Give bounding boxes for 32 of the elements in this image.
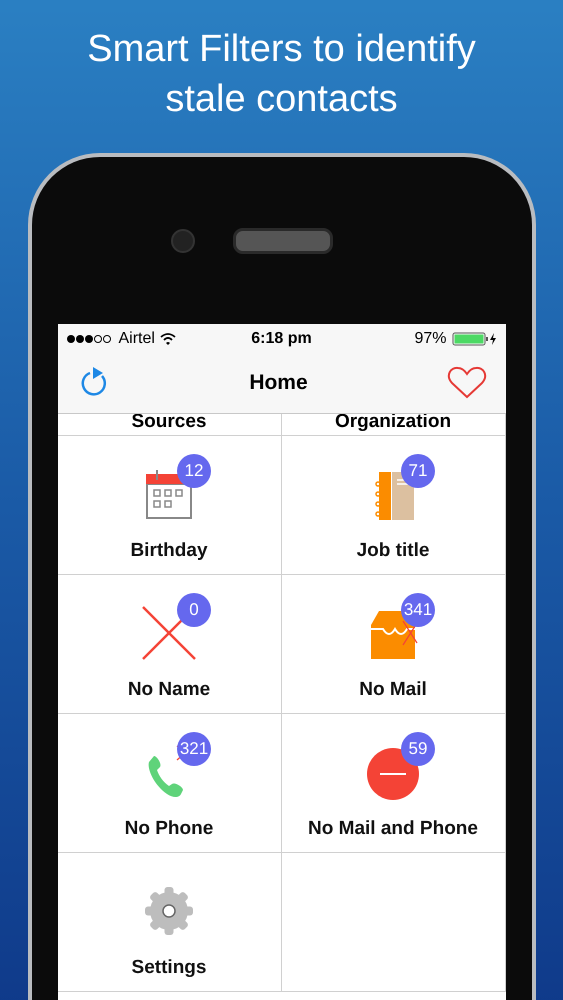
count-badge: 341 [401, 593, 435, 627]
wifi-icon [160, 332, 176, 344]
camera-lens [170, 228, 194, 252]
battery-charging-icon [452, 332, 498, 346]
count-badge: 59 [401, 732, 435, 766]
tile-label: Job title [356, 540, 430, 562]
filter-tile[interactable]: 71 Job title [282, 436, 506, 575]
nav-title: Home [249, 371, 308, 395]
count-badge: 71 [401, 454, 435, 488]
signal-icon [66, 334, 114, 344]
tile-label: Settings [132, 957, 206, 979]
status-time: 6:18 pm [251, 330, 312, 348]
filter-tile[interactable]: 59 No Mail and Phone [282, 714, 506, 853]
filter-tile[interactable]: 321 No Phone [58, 714, 282, 853]
count-badge: 321 [177, 732, 211, 766]
tile-label: Organization [334, 412, 452, 431]
tile-label: No Mail [359, 679, 427, 701]
tile-label: Birthday [130, 540, 208, 562]
filter-tile[interactable]: Settings [58, 853, 282, 992]
tile-label: No Mail and Phone [308, 818, 478, 840]
carrier-name: Airtel [118, 330, 155, 348]
count-badge: 0 [177, 593, 211, 627]
headline: Smart Filters to identify stale contacts [86, 27, 477, 122]
tile-label: No Phone [124, 818, 214, 840]
filter-tile[interactable]: 12 Birthday [58, 436, 282, 575]
filter-tile[interactable]: 0 No Name [58, 575, 282, 714]
filter-tile[interactable]: 341 No Mail [282, 575, 506, 714]
battery-percent: 97% [414, 330, 446, 348]
tile-label: Sources [132, 412, 206, 431]
count-badge: 12 [177, 454, 211, 488]
heart-icon[interactable] [447, 366, 488, 400]
tile-label: No Name [128, 679, 210, 701]
